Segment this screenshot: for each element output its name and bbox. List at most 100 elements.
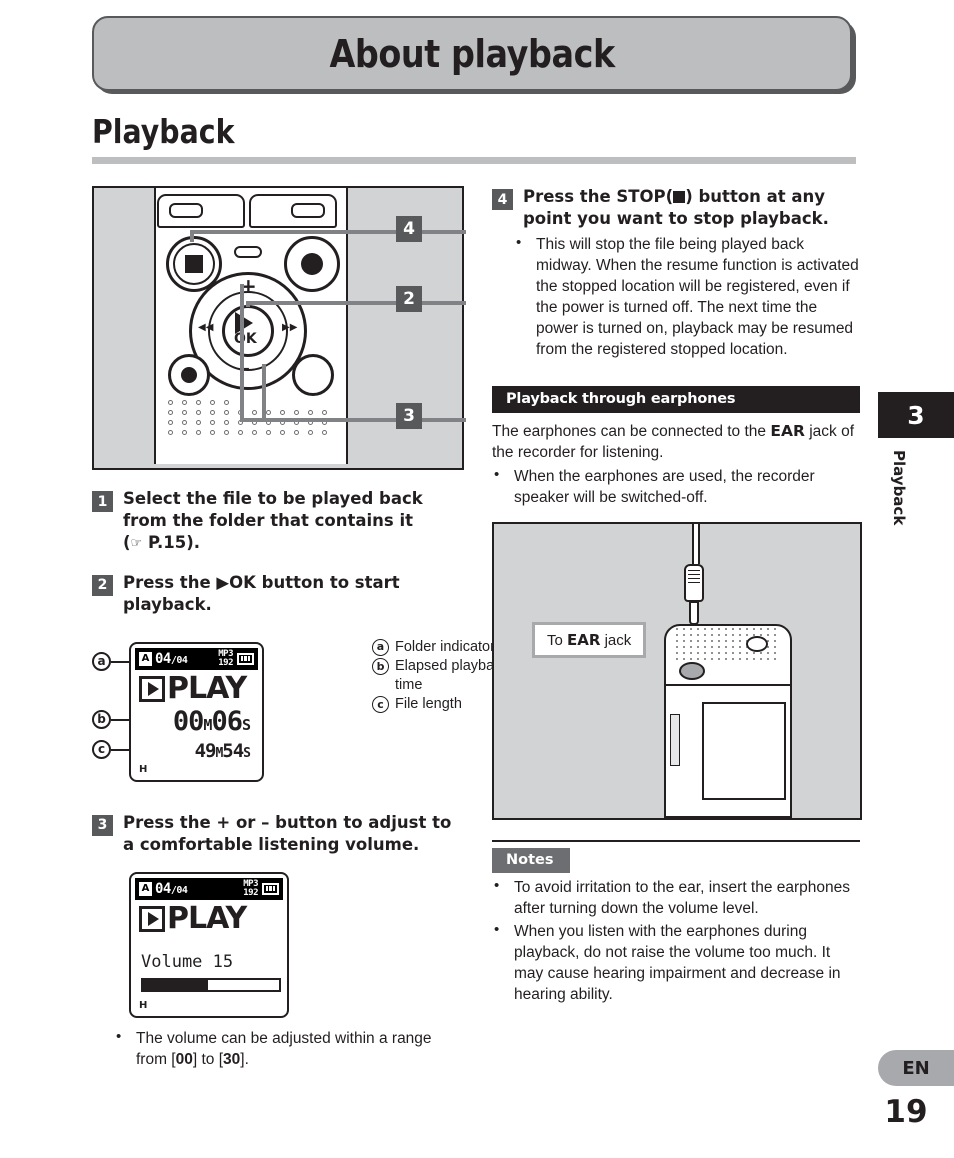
lcd-play-block: a b c A 04/04 MP3 192 PLAY 00M06S 49M54S… [92,638,509,788]
step-4-paren-open: ( [665,187,674,206]
volume-level-fill [143,979,209,990]
lcd-elapsed-sec: 06 [211,705,243,737]
notes-section: Notes To avoid irritation to the ear, in… [492,839,860,1005]
volume-range-bullet: The volume can be adjusted within a rang… [114,1027,464,1070]
marker-a-line [111,660,131,663]
play-status-icon-volume [139,905,165,932]
step-4-number: 4 [492,189,513,210]
step-2-pre: Press the [123,572,211,592]
speaker-row [168,430,336,435]
earphone-connection-diagram: To EAR jack [492,521,862,820]
chapter-number-tab: 3 [878,392,954,438]
earphones-paragraph-pre: The earphones can be connected to the [492,423,767,441]
volume-max: 30 [223,1050,241,1068]
volume-range-mid: ] to [ [192,1050,224,1068]
step-1: 1 Select the file to be played back from… [92,488,464,554]
left-column: OK + – ◀◀ ▶▶ 4 2 3 1 Select the file to … [92,186,509,1072]
right-column: 4 Press the STOP() button at any point y… [492,186,862,1007]
top-button-left-pill [169,203,203,218]
volume-range-post: ]. [240,1050,249,1068]
earphone-plug-grip [684,563,704,602]
lcd-status-bar-volume: A 04/04 MP3 192 [135,877,283,900]
lower-left-button-dot [181,367,197,383]
speaker-grid [168,400,336,448]
pointing-hand-icon: ☞ [130,535,143,551]
top-button-right [249,194,337,228]
title-divider [92,157,856,164]
earphones-paragraph: The earphones can be connected to the EA… [492,421,860,463]
lcd-status-bar: A 04/04 MP3 192 [135,647,258,670]
step-4-bullet-1: This will stop the file being played bac… [514,233,860,360]
forward-icon: ▶▶ [282,322,298,333]
record-icon [301,253,323,275]
recorder-side-slot [670,713,680,766]
lcd-status-word: PLAY [167,670,247,706]
leader-line-3b-v [262,364,266,420]
leader-line-3-v [240,284,244,422]
recorder-microphone [746,635,768,652]
banner-title: About playback [329,31,615,76]
ear-label-bold: EAR [567,630,601,649]
step-1-number: 1 [92,491,113,512]
step-3-number: 3 [92,814,113,836]
lcd-file-number-volume: 04/04 [155,880,188,897]
step-1-text: Select the file to be played back from t… [123,488,464,554]
page-title: Playback [92,112,235,151]
notes-list: To avoid irritation to the ear, insert t… [492,876,860,1005]
battery-icon [237,652,254,665]
notes-badge: Notes [492,847,570,873]
lcd-volume-label: Volume 15 [141,951,234,972]
lcd-play-status-volume: PLAY [139,903,247,933]
recorder-top-buttons [157,194,341,228]
ear-jack-label: EAR [770,422,805,441]
lcd-folder-group-volume: A 04/04 [139,880,188,897]
callout-4-box: 4 [396,216,422,242]
lcd-footer-icon: H [139,763,148,775]
lcd-elapsed-sec-unit: S [241,715,251,734]
legend-badge-b: b [372,658,389,676]
volume-min: 00 [175,1050,193,1068]
lcd-play-status: PLAY [139,670,247,706]
language-tab: EN [878,1050,954,1086]
banner: About playback [92,16,852,91]
stop-icon [185,255,203,273]
lcd-file-length: 49M54S [195,739,251,762]
step-4: 4 Press the STOP() button at any point y… [492,186,860,230]
notes-item: When you listen with the earphones durin… [492,920,860,1005]
lcd-elapsed-time: 00M06S [173,705,251,737]
leader-line-2-h [246,301,466,305]
leader-line-3-h [240,418,466,422]
lcd-file-total: 04 [176,654,188,666]
lcd-codec-volume: MP3 192 [243,879,258,898]
battery-icon-volume [262,882,279,895]
speaker-row [168,410,336,415]
lcd-volume-block: A 04/04 MP3 192 PLAY Volume 15 H [92,871,464,1022]
step-1-line2: from the folder that contains it [123,510,414,530]
earphones-bullet-1: When the earphones are used, the recorde… [492,464,860,508]
legend-badge-c: c [372,696,389,714]
lcd-file-current: 04 [155,650,171,667]
earphones-bullets: When the earphones are used, the recorde… [492,464,860,508]
notes-divider [492,839,860,842]
volume-level-bar [141,977,281,992]
lcd-folder-group: A 04/04 [139,650,188,667]
lcd-length-sec: 54 [222,739,244,762]
legend-text-a: Folder indicator [395,638,495,655]
folder-indicator-icon: A [139,651,152,666]
lcd-right-group: MP3 192 [218,649,254,668]
lcd-screen-play: A 04/04 MP3 192 PLAY 00M06S 49M54S H [129,641,264,782]
ok-label: OK [234,331,257,347]
volume-range-note: The volume can be adjusted within a rang… [92,1027,464,1070]
ear-label-pre: To [547,631,563,649]
lcd-file-number: 04/04 [155,650,188,667]
step-4-paren-close: ) [685,187,693,206]
leader-line-4-h [190,230,466,234]
play-status-icon [139,675,165,702]
lcd-length-sec-unit: S [243,745,251,761]
lcd-screen-volume: A 04/04 MP3 192 PLAY Volume 15 H [129,871,289,1018]
callout-3-box: 3 [396,403,422,429]
lcd-codec-bitrate-volume: 192 [243,887,258,898]
lcd-file-current-volume: 04 [155,880,171,897]
lcd-codec: MP3 192 [218,649,233,668]
step-4-text: Press the STOP() button at any point you… [523,186,860,230]
